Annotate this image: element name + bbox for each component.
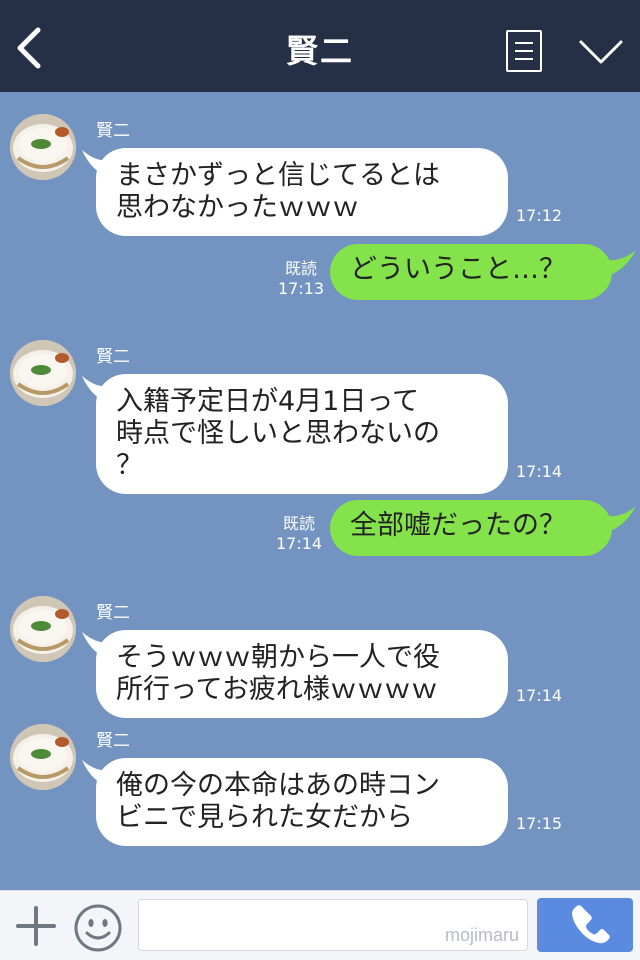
avatar[interactable]: [10, 114, 76, 180]
message-bubble[interactable]: 全部嘘だったの？: [330, 500, 612, 556]
input-bar: mojimaru: [0, 890, 640, 960]
message-bubble[interactable]: まさかずっと信じてるとは 思わなかったｗｗｗ: [96, 148, 508, 236]
message-bubble[interactable]: どういうこと…？: [330, 244, 612, 300]
phone-icon: [572, 905, 610, 944]
avatar[interactable]: [10, 724, 76, 790]
call-button[interactable]: [537, 898, 633, 952]
message-meta: 既読 17:14: [276, 514, 322, 554]
chat-header: 賢二: [0, 0, 640, 92]
read-receipt: 既読: [284, 259, 317, 278]
message-meta: 既読 17:13: [278, 259, 324, 299]
message-time: 17:12: [516, 206, 563, 225]
message-bubble[interactable]: 俺の今の本命はあの時コン ビニで見られた女だから: [96, 758, 508, 846]
chat-title: 賢二: [285, 32, 354, 70]
message-list[interactable]: 賢二 まさかずっと信じてるとは 思わなかったｗｗｗ 17:12 既読 17:13…: [0, 92, 640, 890]
message-bubble[interactable]: そうｗｗｗ朝から一人で役 所行ってお疲れ様ｗｗｗｗ: [96, 630, 508, 718]
read-receipt: 既読: [282, 514, 315, 533]
avatar[interactable]: [10, 340, 76, 406]
sender-name: 賢二: [96, 731, 130, 751]
message-time: 17:13: [278, 279, 325, 298]
smiley-icon[interactable]: [73, 903, 123, 953]
message-time: 17:14: [276, 534, 323, 553]
list-icon[interactable]: [506, 30, 542, 72]
chevron-down-icon[interactable]: [578, 36, 624, 68]
message-time: 17:15: [516, 814, 563, 833]
message-input[interactable]: mojimaru: [138, 899, 528, 951]
message-bubble[interactable]: 入籍予定日が4月1日って 時点で怪しいと思わないの ？: [96, 374, 508, 494]
watermark: mojimaru: [444, 925, 519, 945]
avatar[interactable]: [10, 596, 76, 662]
sender-name: 賢二: [96, 347, 130, 367]
message-time: 17:14: [516, 462, 563, 481]
message-time: 17:14: [516, 686, 563, 705]
sender-name: 賢二: [96, 121, 130, 141]
sender-name: 賢二: [96, 603, 130, 623]
plus-icon[interactable]: [14, 904, 58, 948]
